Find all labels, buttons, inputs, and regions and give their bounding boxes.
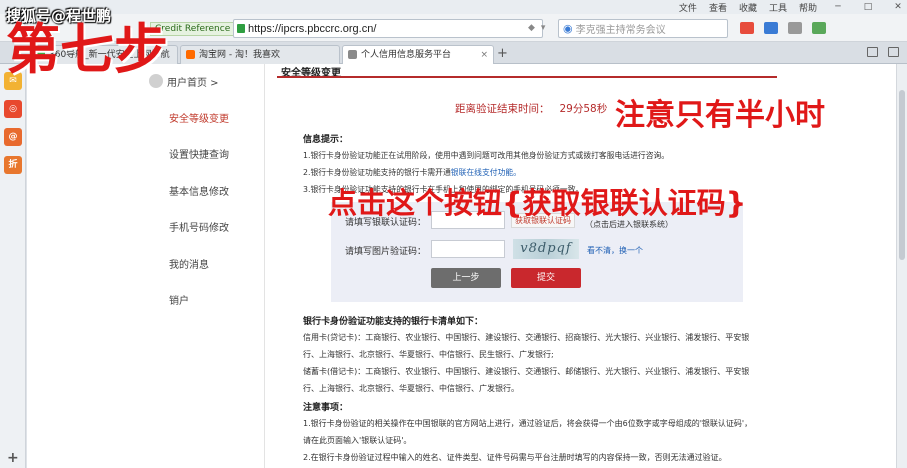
bank-list-heading: 银行卡身份验证功能支持的银行卡清单如下： [303,317,484,327]
bank-line-2: 行、上海银行、北京银行、华夏银行、中信银行、民生银行、广发银行; [303,350,554,359]
url-action-icons: ◆ ▾ [522,23,545,33]
annotation-half-hour: 注意只有半小时 [615,98,825,133]
close-tab-icon[interactable]: × [480,46,488,64]
submit-button[interactable]: 提交 [511,268,581,288]
sidenav-item-phone[interactable]: 手机号码修改 [169,219,229,234]
timer-label: 距离验证结束时间： [455,103,550,115]
menu-view[interactable]: 查看 [709,1,727,14]
lock-icon [237,24,245,33]
section-divider [277,76,777,78]
add-tool-button[interactable]: + [7,450,19,466]
tab-label: 淘宝网 - 淘！我喜欢 [199,50,280,60]
menu-tools[interactable]: 工具 [769,1,787,14]
annotation-step: 第七步 [6,18,168,81]
scroll-thumb[interactable] [899,90,905,260]
info-line-2-text: 2.银行卡身份验证功能支持的银行卡需开通 [303,168,451,177]
annotation-click-hint: 点击这个按钮{获取银联认证码} [328,186,747,220]
tab-bar-right-icons [857,47,899,57]
maximize-button[interactable]: □ [859,2,877,12]
toolbar-icon-grey[interactable] [788,22,802,34]
toolbar-icon-red[interactable] [740,22,754,34]
tab-taobao[interactable]: 淘宝网 - 淘！我喜欢 [180,45,340,64]
captcha-label: 请填写图片验证码： [345,247,427,257]
minimize-button[interactable]: ─ [829,2,847,12]
discount-icon[interactable]: 折 [4,156,22,174]
url-text: https://ipcrs.pbccrc.org.cn/ [248,22,377,35]
browser-title-bar: 文件 查看 收藏 工具 帮助 ─ □ ✕ [0,0,907,14]
sidenav-item-quick-query[interactable]: 设置快捷查询 [169,146,229,161]
countdown-timer: 距离验证结束时间： 29分58秒 [455,101,607,116]
sidenav-item-basic-info[interactable]: 基本信息修改 [169,183,229,198]
previous-step-button[interactable]: 上一步 [431,268,501,288]
browser-menu: 文件 查看 收藏 工具 帮助 ─ □ ✕ [667,0,907,14]
favicon-page-icon [348,50,357,59]
refresh-captcha-link[interactable]: 看不清，换一个 [587,245,643,256]
restore-tabs-icon[interactable] [867,47,878,57]
search-placeholder: 李克强主持常务会议 [575,25,666,36]
toolbar-icon-blue[interactable] [764,22,778,34]
dropdown-icon[interactable]: ▾ [541,23,546,33]
note-line-2: 请在此页面输入'银联认证码'。 [303,436,412,445]
tab-list-icon[interactable] [888,47,899,57]
captcha-input[interactable] [431,240,505,258]
sidenav-item-security-level[interactable]: 安全等级变更 [169,110,229,125]
bank-line-3: 储蓄卡(借记卡)：工商银行、农业银行、中国银行、建设银行、交通银行、邮储银行、光… [303,367,750,376]
bank-line-4: 行、上海银行、北京银行、华夏银行、中信银行、广发银行。 [303,384,519,393]
notes-heading: 注意事项： [303,403,349,413]
captcha-image: v8dpqf [513,239,579,259]
note-line-3: 2.在银行卡身份验证过程中输入的姓名、证件类型、证件号码需与平台注册时填写的内容… [303,453,727,462]
page-scrollbar[interactable] [896,64,907,468]
search-icon: ◉ [563,22,573,35]
note-line-1: 1.银行卡身份验证的相关操作在中国银联的官方网站上进行，通过验证后，将会获得一个… [303,419,753,428]
close-window-button[interactable]: ✕ [889,2,907,12]
toolbar-icons [740,22,836,34]
favicon-taobao-icon [186,50,195,59]
sidenav-item-close-account[interactable]: 销户 [169,292,189,307]
sidenav-item-messages[interactable]: 我的消息 [169,256,209,271]
info-heading: 信息提示： [303,135,349,145]
menu-favorites[interactable]: 收藏 [739,1,757,14]
url-input[interactable]: https://ipcrs.pbccrc.org.cn/ [233,19,543,38]
weibo-icon[interactable]: ◎ [4,100,22,118]
menu-file[interactable]: 文件 [679,1,697,14]
bank-line-1: 信用卡(贷记卡)：工商银行、农业银行、中国银行、建设银行、交通银行、招商银行、光… [303,333,750,342]
user-home-link[interactable]: 用户首页 > [167,74,219,89]
tab-label: 个人信用信息服务平台 [361,50,452,60]
new-tab-button[interactable]: + [497,46,508,61]
tab-credit-platform[interactable]: 个人信用信息服务平台 × [342,45,494,64]
info-line-1: 1.银行卡身份验证功能正在试用阶段，使用中遇到问题可改用其他身份验证方式或拨打客… [303,151,670,160]
left-sidebar-tools: ✉ ◎ @ 折 + [0,64,26,468]
shield-icon[interactable]: ◆ [528,23,535,33]
account-sidenav: 用户首页 > 安全等级变更 设置快捷查询 基本信息修改 手机号码修改 我的消息 … [137,64,265,468]
search-input[interactable]: ◉ 李克强主持常务会议 [558,19,728,38]
menu-help[interactable]: 帮助 [799,1,817,14]
timer-value: 29分58秒 [559,103,608,115]
info-line-2: 2.银行卡身份验证功能支持的银行卡需开通银联在线支付功能。 [303,167,521,178]
unionpay-online-link[interactable]: 银联在线支付功能。 [451,168,521,177]
at-icon[interactable]: @ [4,128,22,146]
toolbar-icon-green[interactable] [812,22,826,34]
